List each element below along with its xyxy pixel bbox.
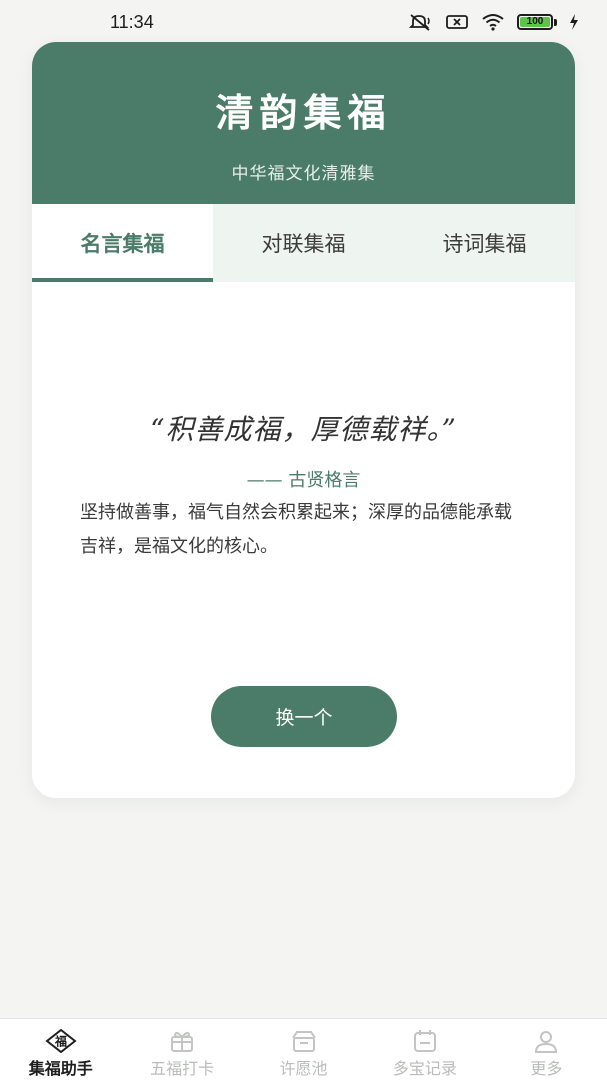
nav-label: 集福助手 <box>28 1059 93 1078</box>
tab-bar: 名言集福 对联集福 诗词集福 <box>32 204 575 282</box>
refresh-button[interactable]: 换一个 <box>211 686 397 747</box>
bottom-nav: 福 集福助手 五福打卡 许愿池 多宝记录 更多 <box>0 1018 607 1080</box>
quote-explanation: 坚持做善事，福气自然会积累起来；深厚的品德能承载吉祥，是福文化的核心。 <box>80 502 512 557</box>
status-time: 11:34 <box>110 11 154 32</box>
nav-item-wishing-pool[interactable]: 许愿池 <box>243 1019 364 1080</box>
fu-diamond-icon: 福 <box>45 1029 77 1053</box>
nav-label: 更多 <box>530 1059 563 1078</box>
nav-label: 许愿池 <box>279 1059 328 1078</box>
status-bar: 11:34 100 <box>0 0 607 44</box>
user-icon <box>530 1029 562 1053</box>
tab-couplets[interactable]: 对联集福 <box>213 204 394 282</box>
tab-quotes[interactable]: 名言集福 <box>32 204 213 282</box>
card-header: 清韵集福 中华福文化清雅集 <box>32 42 575 204</box>
status-icons: 100 <box>409 13 579 31</box>
fu-glyph: 福 <box>54 1034 67 1049</box>
charging-icon <box>569 14 579 30</box>
box-icon <box>288 1029 320 1053</box>
page-title: 清韵集福 <box>215 91 392 135</box>
mute-icon <box>409 13 433 31</box>
nav-label: 五福打卡 <box>150 1059 215 1078</box>
nav-item-records[interactable]: 多宝记录 <box>364 1019 485 1080</box>
wifi-icon <box>481 13 505 31</box>
nav-item-more[interactable]: 更多 <box>486 1019 607 1080</box>
sim-off-icon <box>445 13 469 31</box>
main-card: 清韵集福 中华福文化清雅集 名言集福 对联集福 诗词集福 “积善成福，厚德载祥。… <box>32 42 575 798</box>
nav-item-checkin[interactable]: 五福打卡 <box>121 1019 242 1080</box>
quote-source: —— 古贤格言 <box>246 470 361 491</box>
nav-label: 多宝记录 <box>392 1059 457 1078</box>
tab-poems[interactable]: 诗词集福 <box>394 204 575 282</box>
nav-item-fu-assistant[interactable]: 福 集福助手 <box>0 1019 121 1080</box>
page-subtitle: 中华福文化清雅集 <box>231 164 376 184</box>
battery-level: 100 <box>520 17 550 27</box>
quote-area: “积善成福，厚德载祥。” —— 古贤格言 坚持做善事，福气自然会积累起来；深厚的… <box>32 282 575 798</box>
quote-text: “积善成福，厚德载祥。” <box>150 413 457 446</box>
battery-icon: 100 <box>517 14 557 30</box>
calendar-icon <box>409 1029 441 1053</box>
gift-icon <box>166 1029 198 1053</box>
